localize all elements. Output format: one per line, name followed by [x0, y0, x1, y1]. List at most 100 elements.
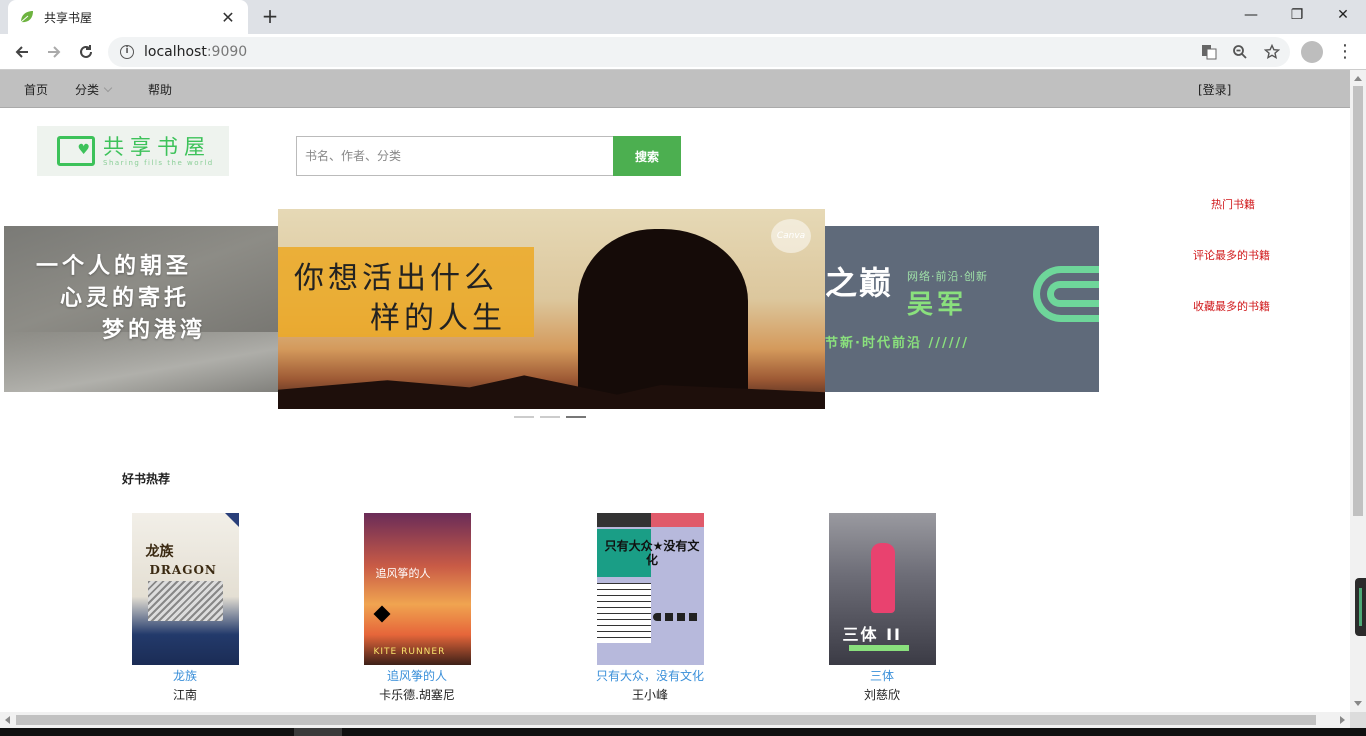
tab-title: 共享书屋: [44, 10, 93, 25]
link-hot-books[interactable]: 热门书籍: [1211, 196, 1255, 212]
more-menu-icon[interactable]: ⋮: [1336, 40, 1354, 64]
cover-figure: [870, 543, 895, 613]
cover-band: [848, 645, 909, 651]
book-author: 江南: [172, 688, 197, 702]
slide-center-line-1: 你想活出什么: [294, 261, 498, 296]
book-title-link[interactable]: 龙族: [115, 667, 255, 684]
profile-avatar[interactable]: [1301, 41, 1323, 63]
cover-subtitle: KITE RUNNER: [373, 647, 446, 657]
tab-close-icon[interactable]: ✕: [218, 8, 238, 27]
restore-button[interactable]: ❐: [1274, 0, 1320, 30]
cover-band: [596, 513, 704, 527]
nav-home[interactable]: 首页: [24, 81, 48, 98]
info-icon[interactable]: i: [120, 45, 134, 59]
scroll-left-icon[interactable]: [5, 716, 10, 724]
horizontal-scrollbar[interactable]: [0, 712, 1350, 728]
logo-title: 共享书屋: [103, 135, 211, 159]
book-title-link[interactable]: 追风筝的人: [347, 667, 487, 684]
slide-right-motto: 节新·时代前沿 //////: [825, 336, 969, 351]
scrollbar-corner: [1350, 712, 1366, 728]
carousel-slide-right[interactable]: 之巅 网络·前沿·创新 吴军 节新·时代前沿 //////: [825, 226, 1099, 392]
nav-login[interactable]: [登录]: [1198, 81, 1231, 98]
book-title-link[interactable]: 三体: [812, 667, 952, 684]
search-input[interactable]: [296, 136, 613, 176]
book-title-link[interactable]: 只有大众，没有文化: [580, 667, 720, 684]
nav-category-label: 分类: [75, 83, 100, 97]
carousel-slide-left[interactable]: 一个人的朝圣 心灵的寄托 梦的港湾: [4, 226, 278, 392]
book-author: 刘慈欣: [863, 688, 900, 702]
scroll-down-icon[interactable]: [1354, 701, 1362, 706]
book-cover[interactable]: 龙族 DRAGON: [131, 513, 239, 665]
os-taskbar: [0, 728, 1366, 736]
scroll-up-icon[interactable]: [1354, 76, 1362, 81]
book-cover[interactable]: 只有大众★没有文化: [596, 513, 704, 665]
nav-category[interactable]: 分类: [75, 81, 113, 98]
page-viewport: 首页 分类 帮助 [登录] 共享书屋 Sharing fills the wor…: [0, 70, 1350, 712]
link-most-favorited[interactable]: 收藏最多的书籍: [1193, 298, 1270, 314]
book-card: 三体 II 三体 刘慈欣: [812, 513, 952, 703]
slide-right-name: 吴军: [907, 290, 968, 320]
translate-icon[interactable]: [1198, 41, 1220, 63]
browser-toolbar: i localhost:9090: [0, 34, 1366, 70]
cover-subtitle: DRAGON: [149, 563, 217, 577]
vertical-scroll-thumb[interactable]: [1353, 86, 1363, 516]
browser-tab[interactable]: 共享书屋 ✕: [8, 0, 248, 34]
carousel-slide-active[interactable]: 你想活出什么 样的人生 Canva: [278, 209, 825, 409]
minimize-button[interactable]: —: [1228, 0, 1274, 30]
carousel-indicators: [514, 416, 586, 418]
cover-title: 龙族: [145, 544, 174, 560]
cover-art: [147, 581, 223, 621]
cover-title: 只有大众★没有文化: [604, 539, 700, 567]
url-port: :9090: [206, 44, 248, 60]
back-icon[interactable]: [8, 38, 36, 66]
cover-title: 追风筝的人: [375, 567, 431, 580]
scroll-right-icon[interactable]: [1340, 716, 1345, 724]
carousel-dot[interactable]: [514, 416, 534, 418]
bookmark-star-icon[interactable]: [1261, 41, 1283, 63]
site-logo[interactable]: 共享书屋 Sharing fills the world: [37, 126, 229, 176]
side-panel-handle[interactable]: [1355, 578, 1366, 636]
site-nav-bar: 首页 分类 帮助 [登录]: [0, 70, 1350, 108]
slide-decoration: [1047, 281, 1099, 307]
book-cover[interactable]: 三体 II: [828, 513, 936, 665]
slide-center-line-2: 样的人生: [370, 301, 506, 336]
carousel-dot[interactable]: [540, 416, 560, 418]
chevron-down-icon: [103, 83, 113, 93]
zoom-icon[interactable]: [1229, 41, 1251, 63]
slide-silhouette: [578, 229, 748, 409]
slide-left-line-3: 梦的港湾: [102, 317, 207, 343]
slide-left-line-2: 心灵的寄托: [60, 285, 191, 311]
kite-icon: [373, 605, 390, 623]
nav-help[interactable]: 帮助: [148, 81, 172, 98]
slide-right-subtitle: 网络·前沿·创新: [907, 270, 988, 283]
address-bar[interactable]: i localhost:9090: [108, 37, 1290, 67]
taskbar-item[interactable]: [294, 728, 342, 736]
url-host: localhost: [144, 44, 207, 60]
close-window-button[interactable]: ✕: [1320, 0, 1366, 30]
book-author: 卡乐德.胡塞尼: [379, 688, 455, 702]
cover-art: [652, 613, 701, 621]
book-cover[interactable]: 追风筝的人 KITE RUNNER: [363, 513, 471, 665]
leaf-icon: [20, 11, 33, 23]
horizontal-scroll-thumb[interactable]: [16, 715, 1316, 725]
book-heart-icon: [57, 136, 95, 166]
logo-tagline: Sharing fills the world: [103, 159, 214, 167]
search-button[interactable]: 搜索: [613, 136, 681, 176]
book-author: 王小峰: [631, 688, 668, 702]
cover-corner: [224, 513, 239, 527]
carousel-dot-active[interactable]: [566, 416, 586, 418]
book-card: 只有大众★没有文化 只有大众，没有文化 王小峰: [580, 513, 720, 703]
book-card: 追风筝的人 KITE RUNNER 追风筝的人 卡乐德.胡塞尼: [347, 513, 487, 703]
forward-icon[interactable]: [40, 38, 68, 66]
new-tab-button[interactable]: +: [258, 5, 282, 29]
cover-title: 三体 II: [842, 625, 902, 644]
section-title: 好书热荐: [122, 472, 171, 486]
book-card: 龙族 DRAGON 龙族 江南: [115, 513, 255, 703]
cover-art: [596, 583, 651, 643]
canva-badge: Canva: [771, 219, 811, 253]
browser-tab-strip: 共享书屋 ✕ + — ❐ ✕: [0, 0, 1366, 34]
slide-right-title: 之巅: [825, 264, 894, 302]
link-most-commented[interactable]: 评论最多的书籍: [1193, 247, 1270, 263]
reload-icon[interactable]: [72, 38, 100, 66]
slide-left-line-1: 一个人的朝圣: [36, 253, 193, 279]
